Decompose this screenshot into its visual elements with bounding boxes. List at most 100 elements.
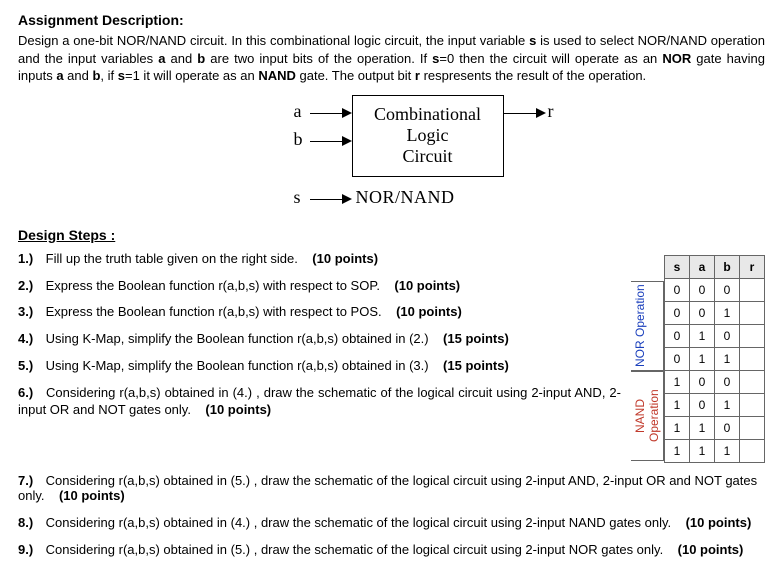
step-num: 9.) — [18, 542, 42, 557]
table-header-row: s a b r — [665, 255, 765, 278]
cell: 1 — [665, 439, 690, 462]
step-item: 9.) Considering r(a,b,s) obtained in (5.… — [18, 542, 765, 557]
col-b: b — [715, 255, 740, 278]
step-item: 2.) Express the Boolean function r(a,b,s… — [18, 278, 621, 295]
text: Design a one-bit NOR/NAND circuit. In th… — [18, 33, 529, 48]
step-points: (10 points) — [205, 402, 271, 417]
cell — [740, 301, 765, 324]
step-item: 5.) Using K-Map, simplify the Boolean fu… — [18, 358, 621, 375]
cell: 1 — [690, 347, 715, 370]
gate-nand: NAND — [258, 68, 296, 83]
cell: 1 — [690, 324, 715, 347]
step-text: Express the Boolean function r(a,b,s) wi… — [46, 278, 380, 293]
cell — [740, 278, 765, 301]
text: and — [165, 51, 197, 66]
step-text: Considering r(a,b,s) obtained in (5.) , … — [18, 473, 757, 503]
truth-table-wrap: NOR Operation NAND Operation s a b r 000… — [631, 255, 765, 463]
step-item: 1.) Fill up the truth table given on the… — [18, 251, 621, 268]
table-row: 101 — [665, 393, 765, 416]
cell — [740, 347, 765, 370]
cell: 0 — [665, 347, 690, 370]
table-row: 010 — [665, 324, 765, 347]
cell: 0 — [690, 370, 715, 393]
arrow-r-head — [536, 108, 546, 118]
step-points: (10 points) — [59, 488, 125, 503]
step-item: 3.) Express the Boolean function r(a,b,s… — [18, 304, 621, 321]
cell: 0 — [715, 416, 740, 439]
cell: 1 — [690, 439, 715, 462]
gate-nor: NOR — [662, 51, 691, 66]
cell — [740, 439, 765, 462]
step-num: 8.) — [18, 515, 42, 530]
text: =0 then the circuit will operate as an — [439, 51, 662, 66]
nor-nand-label: NOR/NAND — [356, 187, 455, 208]
step-text: Considering r(a,b,s) obtained in (4.) , … — [18, 385, 621, 417]
arrow-r — [504, 113, 538, 115]
step-points: (10 points) — [396, 304, 462, 319]
arrow-b-head — [342, 136, 352, 146]
step-num: 3.) — [18, 304, 42, 321]
col-a: a — [690, 255, 715, 278]
cell: 0 — [715, 324, 740, 347]
step-item: 8.) Considering r(a,b,s) obtained in (4.… — [18, 515, 765, 530]
text: , if — [100, 68, 117, 83]
cell: 1 — [715, 439, 740, 462]
cell — [740, 416, 765, 439]
step-points: (10 points) — [678, 542, 744, 557]
col-s: s — [665, 255, 690, 278]
table-row: 110 — [665, 416, 765, 439]
nand-operation-label: NAND Operation — [631, 371, 664, 461]
step-num: 6.) — [18, 385, 42, 402]
input-b-label: b — [294, 129, 303, 150]
cell: 1 — [665, 416, 690, 439]
cell: 1 — [665, 370, 690, 393]
step-text: Using K-Map, simplify the Boolean functi… — [46, 358, 429, 373]
text: gate. The output bit — [296, 68, 415, 83]
table-row: 100 — [665, 370, 765, 393]
arrow-a-head — [342, 108, 352, 118]
text: respresents the result of the operation. — [420, 68, 646, 83]
nor-operation-label: NOR Operation — [631, 281, 664, 371]
text: and — [64, 68, 93, 83]
text: are two input bits of the operation. If — [205, 51, 432, 66]
step-points: (10 points) — [312, 251, 378, 266]
step-text: Express the Boolean function r(a,b,s) wi… — [46, 304, 382, 319]
steps-list-upper: 1.) Fill up the truth table given on the… — [18, 251, 621, 419]
cell: 0 — [690, 393, 715, 416]
step-text: Using K-Map, simplify the Boolean functi… — [46, 331, 429, 346]
col-r: r — [740, 255, 765, 278]
assignment-title: Assignment Description: — [18, 12, 765, 28]
truth-table: s a b r 000 001 010 011 100 101 110 111 — [664, 255, 765, 463]
cell: 0 — [690, 278, 715, 301]
cell: 0 — [665, 324, 690, 347]
step-text: Considering r(a,b,s) obtained in (5.) , … — [46, 542, 664, 557]
table-row: 111 — [665, 439, 765, 462]
cell: 1 — [690, 416, 715, 439]
arrow-s — [310, 199, 344, 201]
circuit-box: Combinational Logic Circuit — [352, 95, 504, 177]
cell: 0 — [665, 301, 690, 324]
step-item: 4.) Using K-Map, simplify the Boolean fu… — [18, 331, 621, 348]
step-text: Considering r(a,b,s) obtained in (4.) , … — [46, 515, 672, 530]
step-points: (10 points) — [686, 515, 752, 530]
cell: 0 — [665, 278, 690, 301]
cell — [740, 324, 765, 347]
step-num: 2.) — [18, 278, 42, 295]
arrow-b — [310, 141, 344, 143]
box-line-1: Combinational — [353, 104, 503, 125]
cell: 0 — [690, 301, 715, 324]
circuit-diagram: a b s NOR/NAND Combinational Logic Circu… — [18, 95, 765, 215]
var-a: a — [56, 68, 63, 83]
cell: 0 — [715, 370, 740, 393]
text: =1 it will operate as an — [125, 68, 258, 83]
output-r-label: r — [548, 101, 554, 122]
cell: 0 — [715, 278, 740, 301]
steps-list-lower: 7.) Considering r(a,b,s) obtained in (5.… — [18, 473, 765, 557]
step-num: 1.) — [18, 251, 42, 268]
step-points: (15 points) — [443, 331, 509, 346]
step-text: Fill up the truth table given on the rig… — [46, 251, 298, 266]
step-points: (15 points) — [443, 358, 509, 373]
step-num: 5.) — [18, 358, 42, 375]
cell: 1 — [665, 393, 690, 416]
step-num: 7.) — [18, 473, 42, 488]
